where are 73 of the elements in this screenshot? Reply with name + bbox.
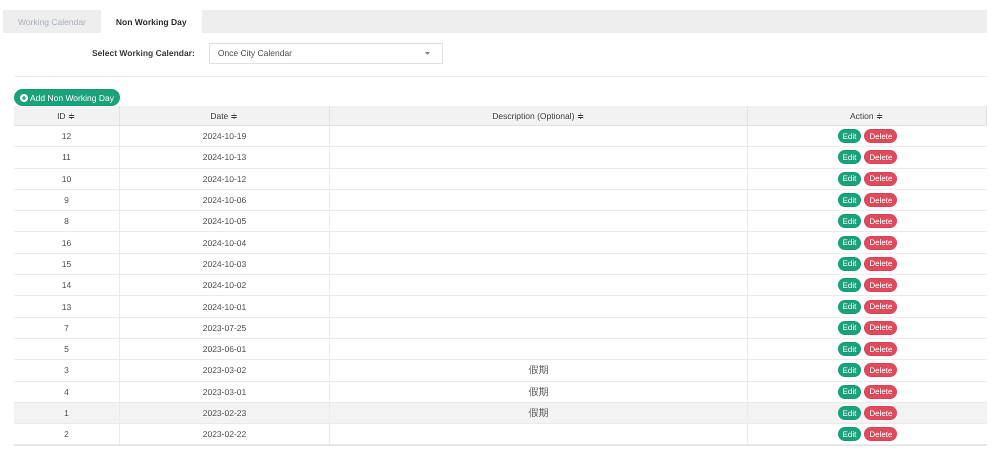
table-cell: 2024-10-01 bbox=[120, 296, 330, 318]
edit-button[interactable]: Edit bbox=[838, 236, 862, 250]
table-cell: 9 bbox=[14, 190, 120, 212]
edit-button[interactable]: Edit bbox=[838, 384, 862, 399]
edit-button[interactable]: Edit bbox=[838, 300, 862, 314]
column-header[interactable]: Description (Optional) ≑ bbox=[330, 106, 748, 126]
edit-button[interactable]: Edit bbox=[838, 278, 862, 292]
table-cell: 16 bbox=[14, 232, 120, 254]
table-cell: 3 bbox=[14, 360, 120, 382]
table-cell: 2023-06-01 bbox=[120, 338, 330, 360]
table-cell: 14 bbox=[14, 275, 120, 296]
column-header[interactable]: Date ≑ bbox=[120, 106, 330, 126]
edit-button[interactable]: Edit bbox=[838, 320, 862, 335]
edit-button[interactable]: Edit bbox=[838, 150, 862, 164]
table-cell: 11 bbox=[14, 147, 120, 169]
edit-button[interactable]: Edit bbox=[838, 406, 862, 420]
table-cell: 2023-02-22 bbox=[120, 424, 330, 446]
delete-button[interactable]: Delete bbox=[864, 256, 898, 271]
edit-button[interactable]: Edit bbox=[838, 342, 862, 356]
table-cell: 2024-10-02 bbox=[120, 275, 330, 296]
table-cell: 4 bbox=[14, 382, 120, 403]
table-cell: 2024-10-04 bbox=[120, 232, 330, 254]
delete-button[interactable]: Delete bbox=[864, 406, 898, 420]
table-cell: 2024-10-03 bbox=[120, 254, 330, 276]
table-cell: 5 bbox=[14, 338, 120, 360]
delete-button[interactable]: Delete bbox=[864, 236, 898, 250]
edit-button[interactable]: Edit bbox=[838, 193, 862, 208]
plus-circle-icon bbox=[20, 94, 28, 102]
table-cell: 2023-07-25 bbox=[120, 318, 330, 339]
table-cell: 13 bbox=[14, 296, 120, 318]
delete-button[interactable]: Delete bbox=[864, 320, 898, 335]
table-cell: 1 bbox=[14, 402, 120, 424]
delete-button[interactable]: Delete bbox=[864, 300, 898, 314]
table-cell: 2023-02-23 bbox=[120, 402, 330, 424]
edit-button[interactable]: Edit bbox=[838, 256, 862, 271]
table-cell: 10 bbox=[14, 168, 120, 190]
delete-button[interactable]: Delete bbox=[864, 384, 898, 399]
table-cell: 7 bbox=[14, 318, 120, 339]
delete-button[interactable]: Delete bbox=[864, 363, 898, 378]
edit-button[interactable]: Edit bbox=[838, 363, 862, 378]
field-label: Select Working Calendar: bbox=[92, 48, 195, 58]
delete-button[interactable]: Delete bbox=[864, 150, 898, 164]
table-cell: 2024-10-12 bbox=[120, 168, 330, 190]
delete-button[interactable]: Delete bbox=[864, 129, 898, 144]
delete-button[interactable]: Delete bbox=[864, 172, 898, 186]
edit-button[interactable]: Edit bbox=[838, 427, 862, 442]
edit-button[interactable]: Edit bbox=[838, 129, 862, 144]
table-cell: 2024-10-06 bbox=[120, 190, 330, 212]
table-cell: 2023-03-02 bbox=[120, 360, 330, 382]
table-cell: 2 bbox=[14, 424, 120, 446]
column-header[interactable]: Action ≑ bbox=[748, 106, 987, 126]
table-cell: 假期 bbox=[330, 360, 748, 382]
delete-button[interactable]: Delete bbox=[864, 214, 898, 228]
column-header[interactable]: ID ≑ bbox=[14, 106, 120, 126]
delete-button[interactable]: Delete bbox=[864, 193, 898, 208]
table-cell: 2024-10-19 bbox=[120, 126, 330, 148]
table-cell: 2024-10-05 bbox=[120, 211, 330, 232]
edit-button[interactable]: Edit bbox=[838, 172, 862, 186]
delete-button[interactable]: Delete bbox=[864, 278, 898, 292]
delete-button[interactable]: Delete bbox=[864, 342, 898, 356]
calendar-select[interactable]: Once City Calendar bbox=[208, 42, 443, 64]
add-non-working-day-button[interactable]: Add Non Working Day bbox=[14, 89, 120, 106]
caret-icon bbox=[424, 52, 430, 54]
table-cell: 假期 bbox=[330, 382, 748, 403]
delete-button[interactable]: Delete bbox=[864, 427, 898, 442]
table-cell: 15 bbox=[14, 254, 120, 276]
table-cell: 假期 bbox=[330, 402, 748, 424]
table-cell: 8 bbox=[14, 211, 120, 232]
table-cell: 2024-10-13 bbox=[120, 147, 330, 169]
edit-button[interactable]: Edit bbox=[838, 214, 862, 228]
tab[interactable]: Non Working Day bbox=[100, 10, 202, 33]
table-cell: 2023-03-01 bbox=[120, 382, 330, 403]
table-cell: 12 bbox=[14, 126, 120, 148]
